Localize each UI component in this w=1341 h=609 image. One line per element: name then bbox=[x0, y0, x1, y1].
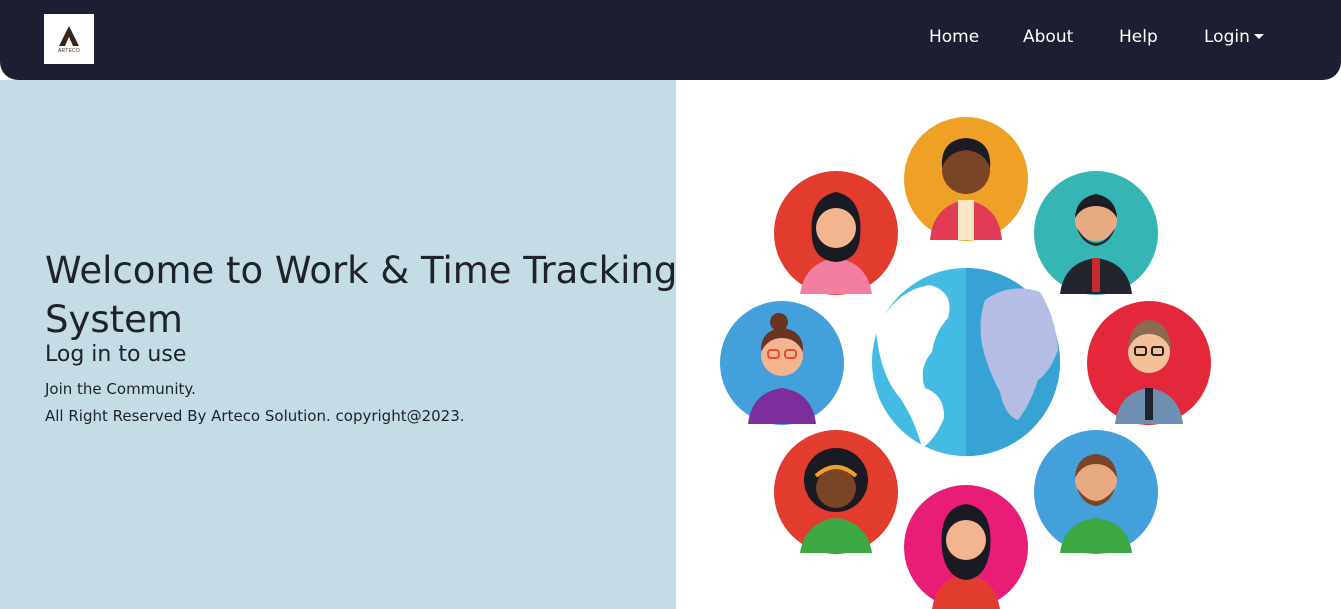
hero-copyright-text: All Right Reserved By Arteco Solution. c… bbox=[45, 407, 465, 425]
avatar-woman-red-icon bbox=[774, 171, 898, 295]
top-navbar: ARTECO Home About Help Login bbox=[0, 0, 1341, 80]
avatar-woman-pink-icon bbox=[904, 485, 1028, 609]
avatar-woman-curly-icon bbox=[774, 430, 898, 554]
caret-down-icon bbox=[1253, 34, 1264, 39]
nav-help-link[interactable]: Help bbox=[1119, 27, 1158, 47]
brand-logo[interactable]: ARTECO bbox=[44, 14, 94, 64]
hero-subtitle: Log in to use bbox=[45, 342, 187, 367]
avatar-man-yellow-icon bbox=[904, 117, 1028, 241]
globe-icon bbox=[872, 268, 1060, 456]
avatar-woman-blue-icon bbox=[720, 301, 844, 425]
nav-home-link[interactable]: Home bbox=[929, 27, 979, 47]
nav-about-link[interactable]: About bbox=[1023, 27, 1073, 47]
nav-login-label: Login bbox=[1204, 27, 1250, 47]
nav-login-dropdown[interactable]: Login bbox=[1204, 27, 1264, 47]
arteco-logo-mark-icon bbox=[59, 25, 79, 46]
hero-title: Welcome to Work & Time Tracking System bbox=[45, 249, 678, 341]
logo-text: ARTECO bbox=[58, 47, 80, 54]
hero-community-text: Join the Community. bbox=[45, 380, 196, 398]
avatar-man-teal-icon bbox=[1034, 171, 1158, 295]
avatar-man-blue-icon bbox=[1034, 430, 1158, 554]
avatar-man-red-icon bbox=[1087, 301, 1211, 425]
community-illustration bbox=[720, 117, 1211, 609]
